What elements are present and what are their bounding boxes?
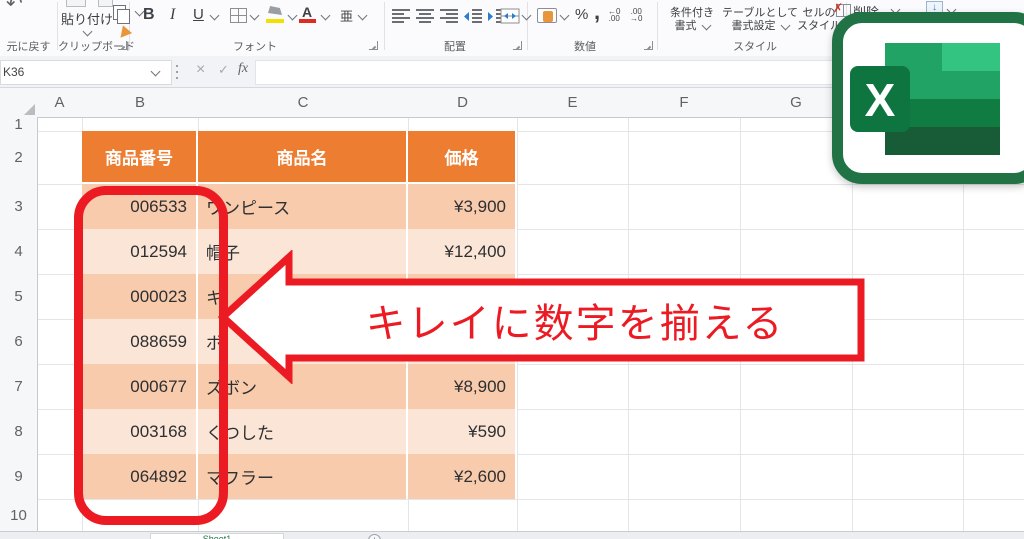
column-header-A[interactable]: A xyxy=(37,88,83,118)
underline-button[interactable]: U xyxy=(193,6,204,23)
underline-chevron-down-icon[interactable] xyxy=(210,11,220,21)
cell-price[interactable]: ¥3,900 xyxy=(408,184,517,229)
font-color-chevron-down-icon[interactable] xyxy=(321,11,331,21)
increase-decimal-bottom: .00 xyxy=(609,14,620,23)
highlight-rounded-rectangle xyxy=(74,186,228,525)
paste-chevron-down-icon[interactable] xyxy=(83,27,93,37)
table-header-cell[interactable]: 価格 xyxy=(408,131,517,184)
row-header-6[interactable]: 6 xyxy=(0,319,38,365)
row-header-1[interactable]: 1 xyxy=(0,117,38,132)
name-box[interactable]: K36 xyxy=(0,60,172,85)
group-separator xyxy=(657,2,658,50)
cell-price[interactable]: ¥2,600 xyxy=(408,454,517,499)
merge-chevron-down-icon[interactable] xyxy=(522,11,532,21)
name-box-value: K36 xyxy=(3,65,24,79)
bold-button[interactable]: B xyxy=(143,6,155,24)
decrease-indent-icon[interactable] xyxy=(464,9,482,24)
cell-product-name[interactable]: ワンピース xyxy=(198,184,408,229)
column-header-C[interactable]: C xyxy=(198,88,409,118)
merge-center-icon[interactable] xyxy=(500,8,520,24)
font-group-label: フォント xyxy=(210,38,300,54)
align-left-icon[interactable] xyxy=(392,9,410,24)
decrease-decimal-button[interactable]: .00 →0 xyxy=(630,8,642,22)
align-center-icon[interactable] xyxy=(416,9,434,24)
select-all-corner[interactable] xyxy=(0,88,38,118)
conditional-formatting-line2: 書式 xyxy=(674,20,696,32)
formula-bar-drag-handle[interactable] xyxy=(176,65,178,79)
group-separator xyxy=(384,2,385,50)
ruby-chevron-down-icon[interactable] xyxy=(358,11,368,21)
borders-icon[interactable] xyxy=(230,8,247,23)
increase-decimal-button[interactable]: ←0 .00 xyxy=(608,8,620,22)
cell-product-name[interactable]: マフラー xyxy=(198,454,408,499)
row-header-5[interactable]: 5 xyxy=(0,274,38,320)
number-group-label: 数値 xyxy=(545,38,625,54)
excel-logo-icon: X xyxy=(843,28,1013,173)
row-header-8[interactable]: 8 xyxy=(0,409,38,455)
column-header-E[interactable]: E xyxy=(517,88,629,118)
number-format-chevron-down-icon[interactable] xyxy=(560,11,570,21)
row-header-7[interactable]: 7 xyxy=(0,364,38,410)
alignment-group-label: 配置 xyxy=(410,38,500,54)
font-dialog-launcher[interactable] xyxy=(369,41,378,50)
font-color-button[interactable]: A xyxy=(302,4,312,20)
row-header-3[interactable]: 3 xyxy=(0,184,38,230)
decrease-decimal-bottom: →0 xyxy=(630,14,642,23)
fill-color-bar xyxy=(266,19,284,23)
format-as-table-chevron-down-icon xyxy=(780,21,790,31)
excel-logo-letter: X xyxy=(865,74,896,126)
fill-color-chevron-down-icon[interactable] xyxy=(288,11,298,21)
column-header-F[interactable]: F xyxy=(628,88,741,118)
conditional-chevron-down-icon xyxy=(701,21,711,31)
conditional-formatting-line1: 条件付き xyxy=(670,7,714,19)
group-separator xyxy=(527,2,528,50)
table-header-cell[interactable]: 商品名 xyxy=(198,131,408,184)
active-sheet-tab[interactable]: Sheet1 xyxy=(150,533,284,539)
copy-icon-back xyxy=(117,9,130,24)
fx-icon[interactable]: fx xyxy=(238,61,248,77)
column-header-B[interactable]: B xyxy=(82,88,199,118)
row-header-9[interactable]: 9 xyxy=(0,454,38,500)
styles-group-label: スタイル xyxy=(710,38,800,54)
annotation-arrow-text: キレイに数字を揃える xyxy=(292,286,858,354)
delete-x-icon: ✗ xyxy=(833,1,843,15)
format-as-table-button[interactable]: テーブルとして 書式設定 xyxy=(716,7,804,33)
enter-icon[interactable]: ✓ xyxy=(218,62,229,78)
format-as-table-line2: 書式設定 xyxy=(731,20,775,32)
clipboard-dialog-launcher[interactable] xyxy=(118,41,127,50)
row-header-2[interactable]: 2 xyxy=(0,131,38,185)
percent-style-button[interactable]: % xyxy=(575,6,588,23)
clipboard-group-label: クリップボード xyxy=(58,38,124,54)
italic-button[interactable]: I xyxy=(170,6,175,24)
number-dialog-launcher[interactable] xyxy=(644,41,653,50)
comma-style-button[interactable]: , xyxy=(594,0,600,25)
cell-styles-line1: セルの xyxy=(803,7,836,19)
undo-icon[interactable]: ↶ xyxy=(6,0,23,16)
conditional-formatting-button[interactable]: 条件付き 書式 xyxy=(663,7,721,33)
column-header-D[interactable]: D xyxy=(408,88,518,118)
table-header-cell[interactable]: 商品番号 xyxy=(82,131,198,184)
row-header-10[interactable]: 10 xyxy=(0,499,38,531)
paste-icon[interactable] xyxy=(66,0,86,7)
copy-page-icon xyxy=(98,0,113,7)
alignment-dialog-launcher[interactable] xyxy=(513,41,522,50)
font-color-bar xyxy=(299,19,316,23)
cell-price[interactable]: ¥590 xyxy=(408,409,517,454)
add-sheet-button[interactable]: + xyxy=(368,534,381,539)
phonetic-ruby-button[interactable]: 亜 xyxy=(340,6,353,25)
row-header-4[interactable]: 4 xyxy=(0,229,38,275)
cancel-icon[interactable]: × xyxy=(196,61,205,79)
format-as-table-line1: テーブルとして xyxy=(722,7,798,19)
fill-color-icon[interactable] xyxy=(268,6,282,16)
align-right-icon[interactable] xyxy=(440,9,458,24)
number-format-icon-accent xyxy=(543,11,553,22)
cell-product-name[interactable]: くつした xyxy=(198,409,408,454)
borders-chevron-down-icon[interactable] xyxy=(250,11,260,21)
undo-group-label: 元に戻す xyxy=(1,38,56,54)
